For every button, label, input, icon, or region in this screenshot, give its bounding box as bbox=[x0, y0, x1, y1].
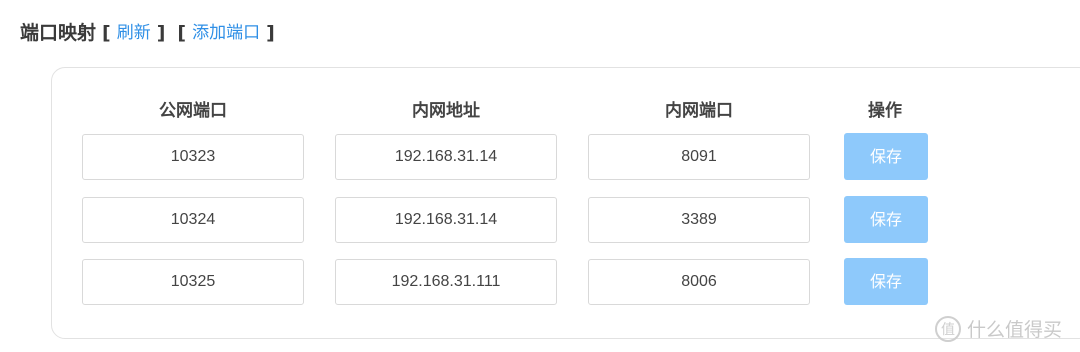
refresh-link[interactable]: 刷新 bbox=[117, 18, 151, 48]
bracket-close: ] bbox=[156, 22, 166, 44]
internal-port-input[interactable]: 3389 bbox=[588, 197, 810, 243]
internal-address-input[interactable]: 192.168.31.14 bbox=[335, 134, 557, 180]
internal-address-input[interactable]: 192.168.31.14 bbox=[335, 197, 557, 243]
add-port-link[interactable]: 添加端口 bbox=[192, 18, 260, 48]
save-button[interactable]: 保存 bbox=[844, 133, 928, 180]
bracket-open: [ bbox=[102, 22, 111, 44]
bracket-close: ] bbox=[266, 22, 275, 44]
internal-port-input[interactable]: 8091 bbox=[588, 134, 810, 180]
internal-port-input[interactable]: 8006 bbox=[588, 259, 810, 305]
column-header-action: 操作 bbox=[868, 101, 902, 121]
watermark-text: 什么值得买 bbox=[966, 319, 1062, 341]
public-port-input[interactable]: 10325 bbox=[82, 259, 304, 305]
column-header-public-port: 公网端口 bbox=[159, 101, 227, 121]
save-button[interactable]: 保存 bbox=[844, 258, 928, 305]
watermark-logo-icon: 值 bbox=[934, 315, 961, 342]
public-port-input[interactable]: 10324 bbox=[82, 197, 304, 243]
bracket-open: [ bbox=[177, 22, 187, 44]
column-header-internal-address: 内网地址 bbox=[412, 101, 480, 121]
column-header-internal-port: 内网端口 bbox=[665, 101, 733, 121]
save-button[interactable]: 保存 bbox=[844, 196, 928, 243]
watermark: 值 什么值得买 bbox=[934, 315, 1062, 342]
page-title: 端口映射 bbox=[20, 22, 97, 44]
page-header: 端口映射 [ 刷新 ] [ 添加端口 ] bbox=[20, 18, 281, 48]
internal-address-input[interactable]: 192.168.31.111 bbox=[335, 259, 557, 305]
public-port-input[interactable]: 10323 bbox=[82, 134, 304, 180]
